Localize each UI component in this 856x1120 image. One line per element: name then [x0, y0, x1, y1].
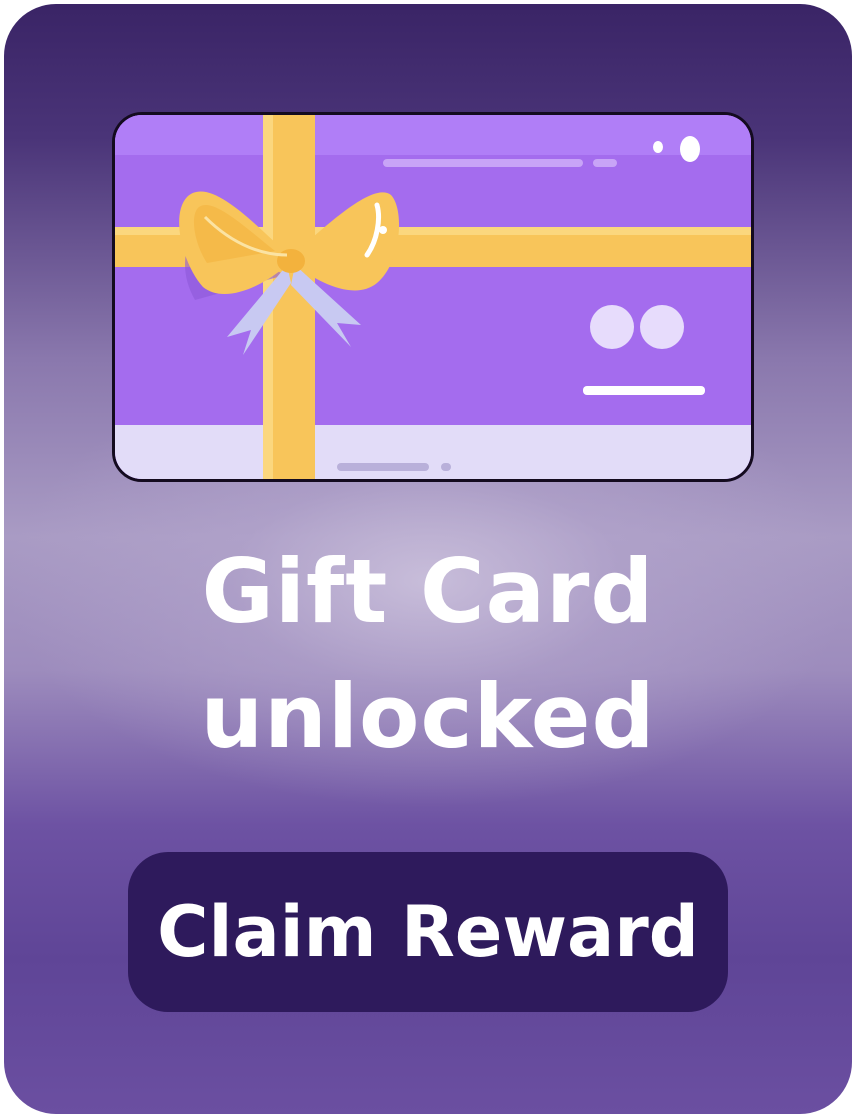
gift-card-illustration	[112, 112, 754, 482]
headline-line-1: Gift Card	[201, 540, 655, 643]
claim-reward-button[interactable]: Claim Reward	[128, 852, 728, 1012]
gift-card-icon	[115, 115, 751, 479]
reward-panel: Gift Card unlocked Claim Reward	[4, 4, 852, 1114]
headline-line-2: unlocked	[200, 665, 656, 768]
